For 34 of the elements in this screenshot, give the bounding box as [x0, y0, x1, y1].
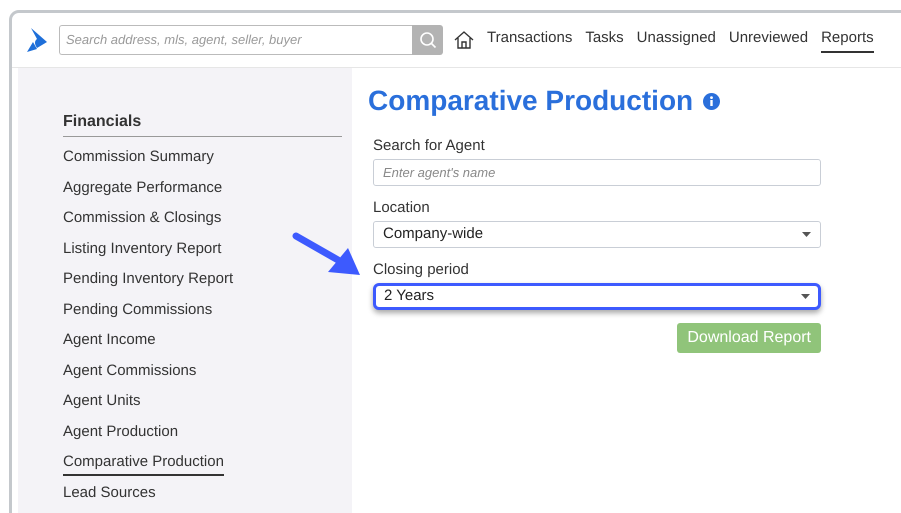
- home-icon[interactable]: [453, 29, 475, 51]
- nav-link[interactable]: Unreviewed: [728, 27, 808, 53]
- agent-search-field[interactable]: Enter agent's name: [373, 159, 821, 186]
- search-field[interactable]: Search address, mls, agent, seller, buyer: [59, 25, 412, 55]
- sidebar-link[interactable]: Pending Inventory Report: [63, 268, 234, 290]
- sidebar-heading: Financials: [63, 110, 342, 137]
- sidebar-link[interactable]: Listing Inventory Report: [63, 238, 222, 260]
- sidebar-link[interactable]: Aggregate Performance: [63, 176, 222, 199]
- sidebar-link[interactable]: Agent Production: [63, 420, 178, 443]
- sidebar-link[interactable]: Commission & Closings: [63, 207, 222, 230]
- search-icon: [418, 31, 436, 49]
- sidebar-link[interactable]: Commission Summary: [63, 146, 214, 168]
- nav-link[interactable]: Unassigned: [636, 27, 716, 53]
- field-label: Location: [373, 198, 431, 218]
- nav-link[interactable]: Tasks: [585, 27, 624, 53]
- info-icon[interactable]: [703, 92, 720, 110]
- caret-icon: [801, 294, 810, 299]
- select-field[interactable]: 2 Years: [373, 283, 821, 310]
- nav-link[interactable]: Reports: [821, 27, 874, 53]
- select-value: Company-wide: [383, 224, 484, 244]
- field-label: Search for Agent: [373, 136, 486, 156]
- select-field[interactable]: Company-wide: [373, 221, 821, 248]
- arrow-drawing: [292, 232, 362, 277]
- sidebar-link[interactable]: Agent Commissions: [63, 360, 196, 382]
- sidebar-link[interactable]: Agent Units: [63, 390, 141, 412]
- caret-icon: [802, 232, 811, 237]
- page-title: Comparative Production: [368, 84, 694, 118]
- field-label: Closing period: [373, 260, 470, 280]
- sidebar-link[interactable]: Lead Sources: [63, 482, 156, 504]
- nav-link[interactable]: Transactions: [487, 27, 572, 53]
- sidebar-link[interactable]: Pending Commissions: [63, 298, 212, 321]
- select-value: 2 Years: [384, 286, 434, 306]
- sidebar-link[interactable]: Comparative Production: [63, 451, 224, 476]
- sidebar-link[interactable]: Agent Income: [63, 329, 156, 352]
